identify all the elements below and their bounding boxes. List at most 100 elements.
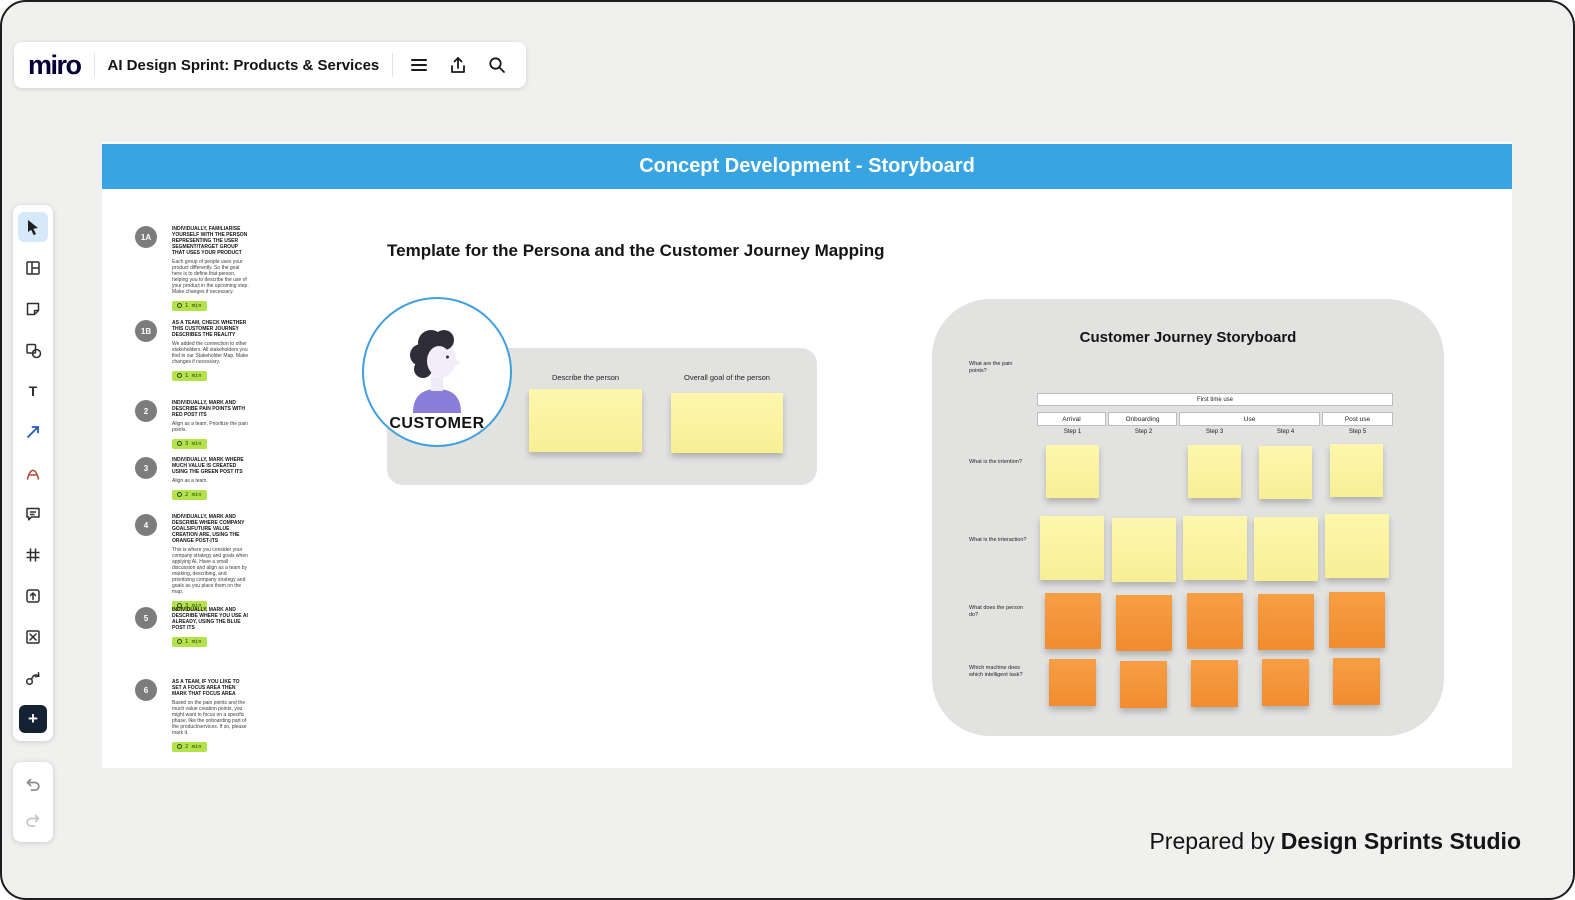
upload-icon [26,589,40,603]
step-body: Based on the pain points and the much va… [172,700,247,736]
goal-of-person-label[interactable]: Overall goal of the person [671,373,783,382]
step-label: Step 1 [1063,429,1082,435]
time-badge: 1 min [172,300,207,311]
search-icon[interactable] [484,52,510,78]
phase-header-cell[interactable]: First time use [1037,393,1393,406]
sticky-note[interactable] [1188,445,1241,498]
time-badge: 1 min [172,636,207,647]
step-heading: Individually, mark and describe where co… [172,514,245,544]
sticky-note[interactable] [1187,593,1243,649]
time-badge: 2 min [172,489,207,500]
phase-cell-onboarding[interactable]: Onboarding [1108,412,1177,426]
sticky-note[interactable] [1046,445,1099,498]
sticky-note[interactable] [1329,592,1385,648]
sticky-note[interactable] [1259,446,1312,499]
embed-tool[interactable] [18,622,48,652]
row-label-person-do[interactable]: What does the person do? [969,605,1027,618]
step-item-1b[interactable]: 1B As a team, check whether this custome… [135,320,255,383]
row-label-pain-points[interactable]: What are the pain points? [969,361,1027,374]
credit-prefix: Prepared by [1149,828,1275,854]
board-title[interactable]: AI Design Sprint: Products & Services [108,57,380,74]
row-label-interaction[interactable]: What is the interaction? [969,537,1027,544]
arrow-icon [27,426,39,438]
sticky-note[interactable] [1191,660,1238,707]
export-icon[interactable] [445,52,471,78]
clock-icon [177,373,182,378]
step-label: Step 4 [1276,429,1295,435]
svg-text:T: T [29,383,38,399]
step-number: 5 [135,607,157,629]
step-number: 1B [135,320,157,342]
sticky-note[interactable] [1040,516,1104,580]
frame-icon [26,548,40,562]
shapes-icon [26,343,42,359]
step-body: Align as a team. Prioritize the pain poi… [172,421,248,433]
persona-section-heading[interactable]: Template for the Persona and the Custome… [387,241,884,261]
row-label-intention[interactable]: What is the intention? [969,459,1027,466]
sticky-note[interactable] [1330,444,1383,497]
step-item-6[interactable]: 6 As a team, if you like to set a focus … [135,679,255,754]
sticky-note[interactable] [1183,516,1247,580]
templates-tool[interactable] [18,253,48,283]
pen-icon [26,469,40,480]
sticky-note[interactable] [1116,595,1172,651]
add-apps-button[interactable]: + [18,704,48,734]
text-tool[interactable]: T [18,376,48,406]
sticky-note[interactable] [1333,658,1380,705]
frame-tool[interactable] [18,540,48,570]
sticky-note[interactable] [671,393,783,453]
redo-button[interactable] [18,805,48,835]
sticky-note[interactable] [1262,659,1309,706]
step-item-2[interactable]: 2 Individually, mark and describe pain p… [135,400,255,451]
row-label-machine-task[interactable]: Which machine does which intelligent tas… [969,665,1027,678]
persona-avatar-circle[interactable]: CUSTOMER [362,297,512,447]
describe-person-label[interactable]: Describe the person [529,373,642,382]
sticky-note[interactable] [1049,659,1096,706]
clock-icon [177,744,182,749]
step-heading: Individually, mark where much value is c… [172,457,244,475]
step-heading: Individually, familiarise yourself with … [172,226,248,256]
phase-cell-arrival[interactable]: Arrival [1037,412,1106,426]
step-heading: Individually, mark and describe where yo… [172,607,248,631]
board-header-banner[interactable]: Concept Development - Storyboard [102,144,1512,189]
select-tool[interactable] [18,212,48,242]
step-item-5[interactable]: 5 Individually, mark and describe where … [135,607,255,649]
step-number: 4 [135,514,157,536]
sticky-note[interactable] [529,389,642,452]
menu-icon[interactable] [406,52,432,78]
sticky-note[interactable] [1325,514,1389,578]
templates-icon [26,261,40,275]
credit-line: Prepared by Design Sprints Studio [1149,828,1521,855]
sticky-note[interactable] [1258,594,1314,650]
step-heading: Individually, mark and describe pain poi… [172,400,245,418]
miro-logo[interactable]: miro [28,51,82,79]
pen-tool[interactable] [18,458,48,488]
step-body: Each group of people uses your product d… [172,259,249,295]
step-label: Step 5 [1348,429,1367,435]
phase-cell-use[interactable]: Use [1179,412,1320,426]
upload-tool[interactable] [18,581,48,611]
sticky-note[interactable] [1112,518,1176,582]
time-badge: 1 min [172,370,207,381]
sticky-note[interactable] [1045,593,1101,649]
board-canvas[interactable]: Concept Development - Storyboard 1A Indi… [102,142,1512,768]
cursor-icon [28,220,38,236]
sticky-note-tool[interactable] [18,294,48,324]
shapes-tool[interactable] [18,335,48,365]
sticky-note[interactable] [1254,517,1318,581]
sticky-note[interactable] [1120,661,1167,708]
arrow-tool[interactable] [18,417,48,447]
phase-cell-post-use[interactable]: Post use [1322,412,1393,426]
step-number: 2 [135,400,157,422]
step-item-1a[interactable]: 1A Individually, familiarise yourself wi… [135,226,255,313]
step-number: 3 [135,457,157,479]
step-item-4[interactable]: 4 Individually, mark and describe where … [135,514,255,613]
step-item-3[interactable]: 3 Individually, mark where much value is… [135,457,255,502]
undo-button[interactable] [18,769,48,799]
step-number: 1A [135,226,157,248]
connector-tool[interactable] [18,663,48,693]
storyboard-title: Customer Journey Storyboard [1079,329,1297,346]
storyboard-panel[interactable]: Customer Journey Storyboard What are the… [932,299,1444,736]
step-body: We added the connection to other stakeho… [172,341,249,365]
comment-tool[interactable] [18,499,48,529]
